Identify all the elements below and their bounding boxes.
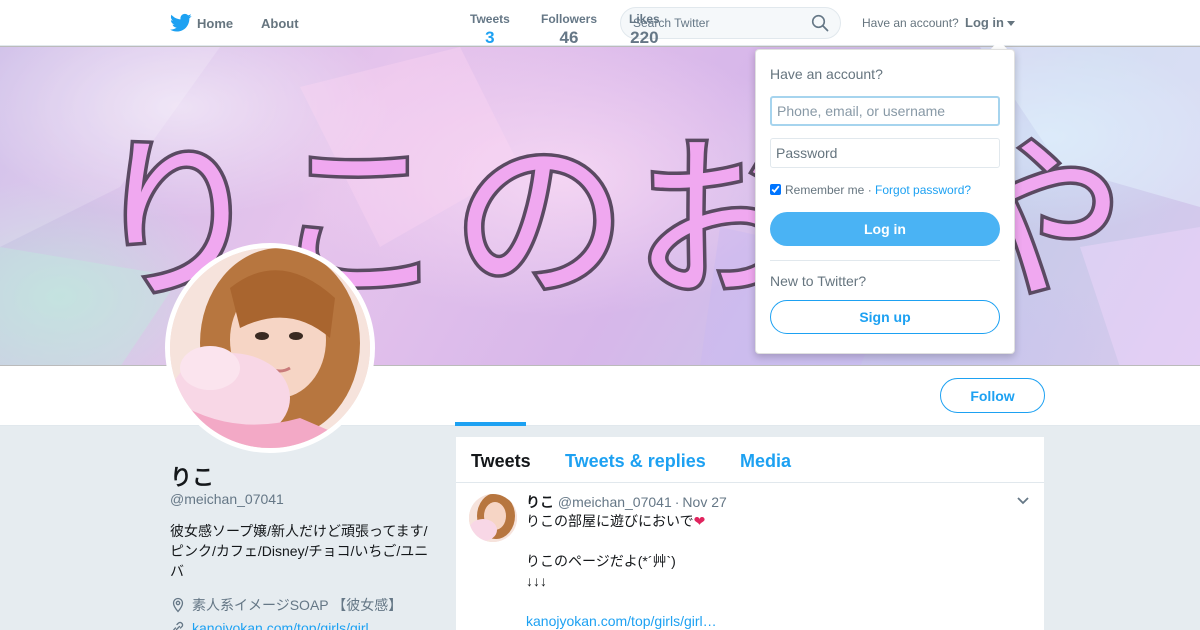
stat-label: Tweets [470,12,510,26]
tab-media[interactable]: Media [740,451,791,472]
active-stat-underline [455,422,526,426]
nav-home-link[interactable]: Home [197,16,233,31]
tweet-line: りこの部屋に遊びにおいで❤ [526,513,706,529]
top-navigation: Home About Have an account? Log in [0,0,1200,46]
stat-likes[interactable]: Likes 220 [629,12,660,48]
follow-button[interactable]: Follow [940,378,1045,413]
stat-followers[interactable]: Followers 46 [541,12,597,48]
login-dropdown-toggle[interactable]: Log in [965,15,1015,30]
profile-location: 素人系イメージSOAP 【彼女感】 [170,595,402,615]
tweet-avatar-photo [469,494,517,542]
nav-about-link[interactable]: About [261,16,299,31]
signup-button[interactable]: Sign up [770,300,1000,334]
stat-tweets[interactable]: Tweets 3 [470,12,510,48]
caret-down-icon [1007,21,1015,27]
remember-me-checkbox[interactable] [770,184,781,195]
chevron-down-icon[interactable] [1016,496,1030,506]
heart-emoji: ❤ [693,513,706,529]
tweet-line: りこのページだよ(*´艸`) [526,553,676,569]
tweet-date[interactable]: Nov 27 [682,494,726,510]
password-input[interactable] [770,138,1000,168]
tweet-author-handle[interactable]: @meichan_07041 [558,494,672,510]
stat-value: 220 [630,28,659,47]
location-pin-icon [172,597,184,613]
tweet-separator: · [674,494,680,510]
tweet-line: ↓↓↓ [526,573,547,589]
tweet-line [526,591,1016,611]
login-button[interactable]: Log in [770,212,1000,246]
remember-separator: · [864,183,876,197]
stat-label: Likes [629,12,660,26]
stat-label: Followers [541,12,598,26]
profile-avatar[interactable] [165,243,375,453]
tweet-item[interactable]: りこ @meichan_07041 · Nov 27 りこの部屋に遊びにおいで❤ り… [456,483,1044,630]
profile-bio: 彼女感ソープ嬢/新人だけど頑張ってます/ピンク/カフェ/Disney/チョコ/い… [170,523,429,579]
tweet-avatar[interactable] [469,494,517,542]
tweet-link[interactable]: kanojyokan.com/top/girls/girl… [526,611,1016,630]
login-link-label: Log in [965,15,1004,30]
tweet-text: りこの部屋に遊びにおいで❤ りこのページだよ(*´艸`) ↓↓↓ kanojyo… [526,511,1016,630]
login-dropdown-title: Have an account? [770,66,883,82]
new-to-twitter-label: New to Twitter? [770,273,867,289]
tweet-line [526,531,1016,551]
timeline: Tweets Tweets & replies Media りこ @meicha… [456,437,1044,630]
stat-value: 3 [485,28,495,47]
timeline-tabs: Tweets Tweets & replies Media [456,437,1044,483]
link-icon [173,621,184,630]
stat-value: 46 [559,28,579,47]
profile-handle: @meichan_07041 [170,491,284,507]
tab-tweets[interactable]: Tweets [471,451,531,472]
username-input[interactable] [770,96,1000,126]
tweet-author-name[interactable]: りこ [526,494,554,510]
remember-me-row: Remember me · Forgot password? [770,183,971,197]
dropdown-divider [770,260,1000,261]
search-icon[interactable] [811,14,829,32]
twitter-bird-icon[interactable] [170,13,192,33]
remember-me-label[interactable]: Remember me [785,183,864,197]
tab-tweets-replies[interactable]: Tweets & replies [565,451,706,472]
have-account-label: Have an account? [862,16,959,30]
tweet-header: りこ @meichan_07041 · Nov 27 [526,492,727,512]
profile-link-text[interactable]: kanojyokan.com/top/girls/girl... [192,620,380,630]
forgot-password-link[interactable]: Forgot password? [875,183,971,197]
profile-website[interactable]: kanojyokan.com/top/girls/girl... [170,620,380,630]
location-text: 素人系イメージSOAP 【彼女感】 [192,597,403,613]
login-dropdown: Have an account? Remember me · Forgot pa… [755,49,1015,354]
avatar-photo [170,248,370,448]
profile-name: りこ [170,465,215,490]
